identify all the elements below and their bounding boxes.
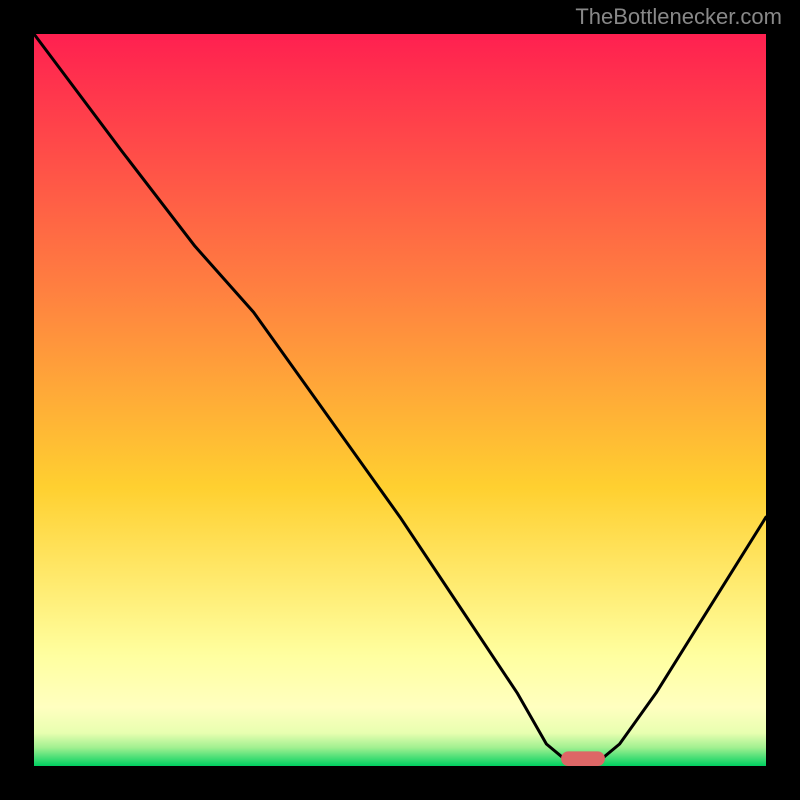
watermark-text: TheBottlenecker.com: [575, 4, 782, 30]
chart-container: TheBottlenecker.com: [0, 0, 800, 800]
bottleneck-chart: [30, 30, 770, 770]
